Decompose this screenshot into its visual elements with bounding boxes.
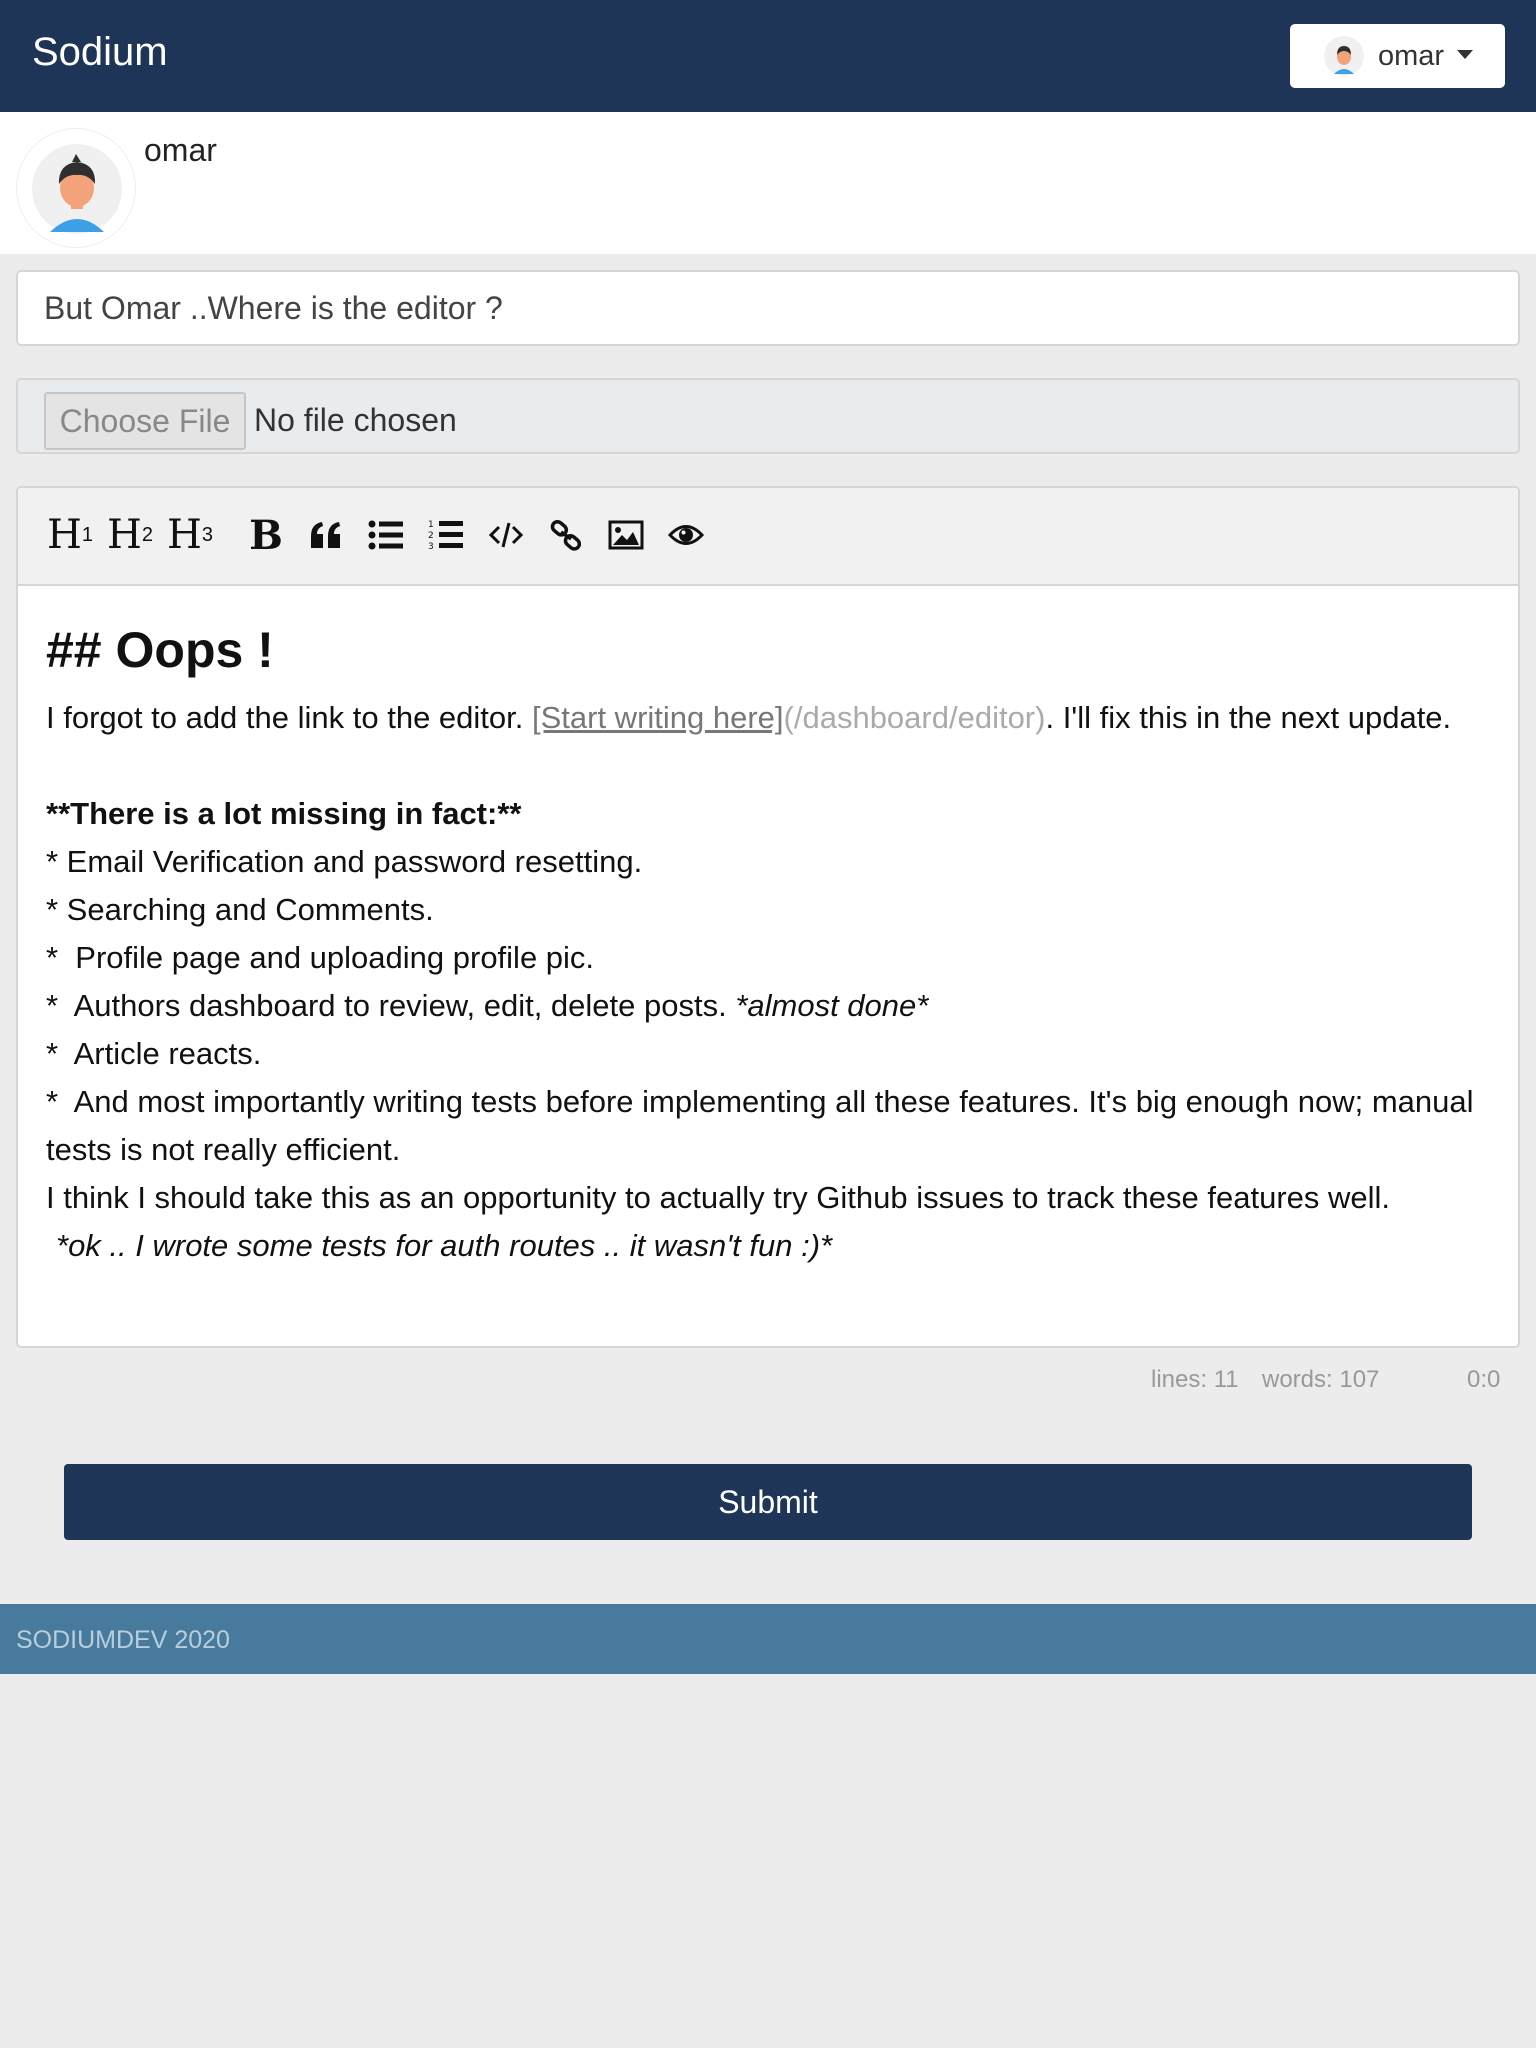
navbar: Sodium omar (0, 0, 1536, 112)
image-button[interactable] (598, 510, 654, 560)
editor-blank-line (46, 742, 1486, 790)
brand-logo[interactable]: Sodium (32, 30, 168, 75)
heading-2-button[interactable]: H2 (102, 510, 158, 560)
code-icon (488, 522, 524, 548)
heading-1-button[interactable]: H1 (42, 510, 98, 560)
editor-italic-text: *almost done* (735, 988, 929, 1023)
heading-1-label: H (46, 512, 82, 558)
profile-name: omar (144, 132, 217, 168)
bold-label: B (249, 511, 283, 559)
editor-link-text: [Start writing here] (531, 700, 784, 735)
code-button[interactable] (478, 510, 534, 560)
svg-text:2: 2 (428, 531, 434, 541)
ordered-list-icon: 1 2 3 (428, 520, 463, 552)
heading-3-label: H (166, 512, 202, 558)
ordered-list-button[interactable]: 1 2 3 (418, 510, 474, 560)
link-icon (550, 519, 582, 551)
svg-text:3: 3 (428, 542, 434, 552)
user-avatar-icon (1324, 36, 1364, 76)
unordered-list-icon (368, 520, 403, 550)
editor-list-item: * Email Verification and password resett… (46, 844, 643, 879)
file-status-label: No file chosen (254, 402, 457, 438)
editor-line: *ok .. I wrote some tests for auth route… (46, 1222, 1486, 1270)
heading-3-sub: 3 (201, 523, 213, 546)
quote-button[interactable] (298, 510, 354, 560)
heading-2-label: H (106, 512, 142, 558)
unordered-list-button[interactable] (358, 510, 414, 560)
editor-toolbar: H1 H2 H3 B 1 2 3 (18, 488, 1518, 586)
avatar (16, 128, 136, 248)
file-upload[interactable]: Choose File No file chosen (16, 378, 1520, 454)
editor-line-text: . I'll fix this in the next update. (1045, 700, 1452, 735)
user-menu-dropdown[interactable]: omar (1290, 24, 1505, 88)
eye-icon (668, 525, 704, 545)
post-title-input[interactable] (16, 270, 1520, 346)
heading-1-sub: 1 (81, 523, 93, 546)
markdown-editor[interactable]: H1 H2 H3 B 1 2 3 ## Oops ! I forgot to a… (16, 486, 1520, 1348)
cursor-position: 0:0 (1467, 1366, 1501, 1393)
image-icon (608, 520, 644, 550)
user-name: omar (1378, 40, 1445, 72)
editor-line-text: I forgot to add the link to the editor. (46, 700, 532, 735)
quote-icon (311, 522, 340, 548)
footer-text: SODIUMDEV 2020 (16, 1626, 230, 1654)
footer: SODIUMDEV 2020 (0, 1604, 1536, 1674)
editor-bold-text: **There is a lot missing in fact:** (46, 796, 522, 831)
line-count: lines: 11 (1151, 1366, 1239, 1393)
choose-file-button[interactable]: Choose File (44, 392, 246, 450)
editor-list-text: * Authors dashboard to review, edit, del… (46, 988, 736, 1023)
submit-button[interactable]: Submit (64, 1464, 1472, 1540)
editor-link-url: (/dashboard/editor) (783, 700, 1046, 735)
editor-line: I think I should take this as an opportu… (46, 1180, 1391, 1215)
profile-header: omar (0, 112, 1536, 254)
editor-list-item: * Searching and Comments. (46, 892, 434, 927)
svg-text:1: 1 (428, 520, 434, 530)
avatar-icon (32, 144, 122, 234)
editor-list-item: * Article reacts. (46, 1036, 262, 1071)
editor-content[interactable]: ## Oops ! I forgot to add the link to th… (46, 622, 1486, 1270)
editor-line: **There is a lot missing in fact:** (46, 790, 1486, 838)
link-button[interactable] (538, 510, 594, 560)
bold-button[interactable]: B (238, 510, 294, 560)
editor-heading: ## Oops ! (46, 622, 274, 678)
chevron-down-icon (1457, 50, 1473, 59)
heading-3-button[interactable]: H3 (162, 510, 218, 560)
editor-list-item: * And most importantly writing tests bef… (46, 1084, 1483, 1167)
word-count: words: 107 (1262, 1366, 1380, 1393)
editor-italic-text: *ok .. I wrote some tests for auth route… (56, 1228, 833, 1263)
editor-line: I forgot to add the link to the editor. … (46, 694, 1486, 742)
editor-list-item: * Profile page and uploading profile pic… (46, 940, 595, 975)
preview-button[interactable] (658, 510, 714, 560)
heading-2-sub: 2 (141, 523, 153, 546)
editor-list-item: * Authors dashboard to review, edit, del… (46, 982, 1486, 1030)
